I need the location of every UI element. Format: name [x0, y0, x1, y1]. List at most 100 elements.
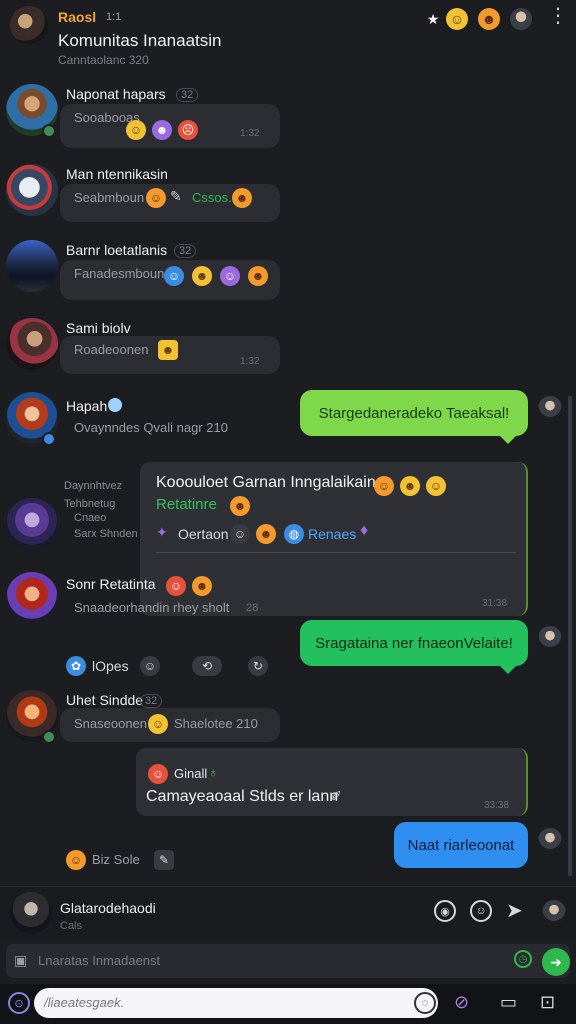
message-time: 28: [246, 602, 259, 614]
gem-icon: ♦: [360, 522, 369, 539]
outgoing-bubble[interactable]: Naat riarleoonat: [394, 822, 528, 868]
footer-name: Glatarodehaodi: [60, 900, 156, 916]
sticker-icon[interactable]: ✎: [154, 850, 174, 870]
search-placeholder: /liaeatesgaek.: [44, 995, 125, 1010]
message-sender: Uhet Sindde: [66, 692, 144, 708]
message-preview: Snaadeorhandin rhey sholt: [74, 600, 230, 615]
emoji-face-icon[interactable]: ☺: [446, 8, 468, 30]
group-line: Tehbnetug: [64, 498, 116, 510]
reaction-icon[interactable]: ↻: [248, 656, 268, 676]
avatar[interactable]: [538, 626, 562, 650]
message-sender: Barnr loetatlanis: [66, 242, 168, 258]
more-menu-icon[interactable]: ⋮: [548, 6, 568, 26]
outgoing-bubble[interactable]: Stargedaneradeko Taeaksal!: [300, 390, 528, 436]
reaction-icon[interactable]: ☺: [140, 656, 160, 676]
leaf-icon: ♁: [208, 764, 219, 780]
avatar[interactable]: [538, 828, 562, 852]
compose-placeholder: Lnaratas Inmadaenst: [38, 953, 161, 968]
avatar[interactable]: [6, 572, 58, 624]
online-badge: [42, 730, 56, 744]
message-preview: Roadeoonen: [74, 342, 149, 357]
emoji-icon: ☹: [178, 120, 198, 140]
quote-title: Kooouloet Garnan Inngalaikain: [156, 474, 376, 491]
send-button[interactable]: ➜: [542, 948, 570, 976]
avatar[interactable]: [538, 396, 562, 420]
pip-icon[interactable]: ⊙: [8, 992, 30, 1014]
message-sender: Sami biolv: [66, 320, 131, 336]
emoji-icon: ☺: [166, 576, 186, 596]
small-row-label: Biz Sole: [92, 852, 140, 867]
emoji-icon: ☺: [66, 850, 86, 870]
screen-icon[interactable]: ⊡: [540, 992, 555, 1013]
emoji-icon: ☻: [400, 476, 420, 496]
emoji-icon: ☺: [126, 120, 146, 140]
message-count: 32: [176, 88, 199, 102]
message-preview: Seabmboun: [74, 190, 145, 205]
reply-tag: Ginall: [174, 766, 208, 781]
divider: [156, 552, 516, 553]
header-sender: Raosl: [58, 9, 97, 25]
message-count: 32: [174, 244, 197, 258]
pin-icon[interactable]: ★: [422, 8, 444, 30]
group-name: Daynnhtvez: [64, 480, 123, 492]
search-action-icon[interactable]: ◌: [414, 992, 436, 1014]
footer-sub: Cals: [60, 920, 83, 932]
avatar[interactable]: [6, 164, 58, 216]
clock-icon[interactable]: ◷: [514, 950, 532, 968]
avatar[interactable]: [6, 240, 58, 292]
header-sender-time: 1:1: [106, 11, 122, 23]
message-sender: Sonr Retatinta: [66, 576, 156, 592]
quote-tag: Retatinre: [156, 496, 217, 513]
avatar[interactable]: [10, 892, 52, 934]
sparkle-icon: ✦: [156, 524, 168, 540]
camera-icon[interactable]: ◉: [434, 900, 456, 922]
group-line: Sarx Shnden: [74, 528, 138, 540]
bubble-tail: [500, 666, 516, 674]
header-subtitle: Canntaolanc 320: [58, 53, 149, 67]
quote-link[interactable]: Renaes: [308, 526, 356, 542]
emoji-icon: ☺: [230, 524, 250, 544]
emoji-icon: ☻: [152, 120, 172, 140]
reaction-label: lOpes: [92, 658, 129, 674]
emoji-icon: ☺: [148, 764, 168, 784]
avatar[interactable]: [6, 318, 58, 370]
tabs-icon[interactable]: ⊘: [454, 992, 469, 1013]
message-time: 1:32: [240, 356, 260, 367]
emoji-icon: ☻: [158, 340, 178, 360]
emoji-icon: ☻: [192, 576, 212, 596]
message-extra: Cssos.: [192, 190, 232, 205]
message-preview: Ovaynndes Qvali nagr 210: [74, 420, 228, 435]
bubble-tail: [500, 436, 516, 444]
reaction-icon[interactable]: ✿: [66, 656, 86, 676]
profile-icon[interactable]: [510, 8, 532, 30]
quote-time: 31:38: [482, 598, 508, 609]
emoji-icon: ☻: [248, 266, 268, 286]
page-title: Komunitas Inanaatsin: [58, 31, 222, 50]
image-icon[interactable]: ▣: [14, 952, 27, 969]
outgoing-bubble[interactable]: Sragataina ner fnaeonVelaite!: [300, 620, 528, 666]
quote-line: Oertaon: [178, 526, 229, 542]
emoji-icon: ☺: [164, 266, 184, 286]
emoji-pair-icon[interactable]: ☻: [478, 8, 500, 30]
online-badge: [42, 432, 56, 446]
reaction-icon[interactable]: ⟲: [192, 656, 222, 676]
message-sender: Hapah: [66, 398, 108, 414]
emoji-icon: ☻: [232, 188, 252, 208]
pencil-icon: ✎: [170, 188, 182, 204]
emoji-icon: ☻: [192, 266, 212, 286]
scrollbar[interactable]: [568, 396, 572, 876]
send-icon[interactable]: ➤: [506, 898, 523, 923]
reply-text: Camayeaoaal Stlds er lann: [146, 788, 339, 805]
emoji-icon: ☺: [220, 266, 240, 286]
reply-time: 33:38: [484, 800, 510, 811]
header-avatar[interactable]: [10, 6, 48, 44]
emoji-icon: ☻: [230, 496, 250, 516]
message-preview: Fanadesmboun: [74, 266, 165, 281]
avatar[interactable]: [542, 900, 566, 924]
folder-icon[interactable]: ▭: [500, 992, 517, 1013]
smile-icon[interactable]: ☺: [470, 900, 492, 922]
message-count: 32: [140, 694, 163, 708]
online-badge: [42, 124, 56, 138]
message-preview: Snaseoonen: [74, 716, 148, 731]
avatar[interactable]: [6, 498, 58, 550]
